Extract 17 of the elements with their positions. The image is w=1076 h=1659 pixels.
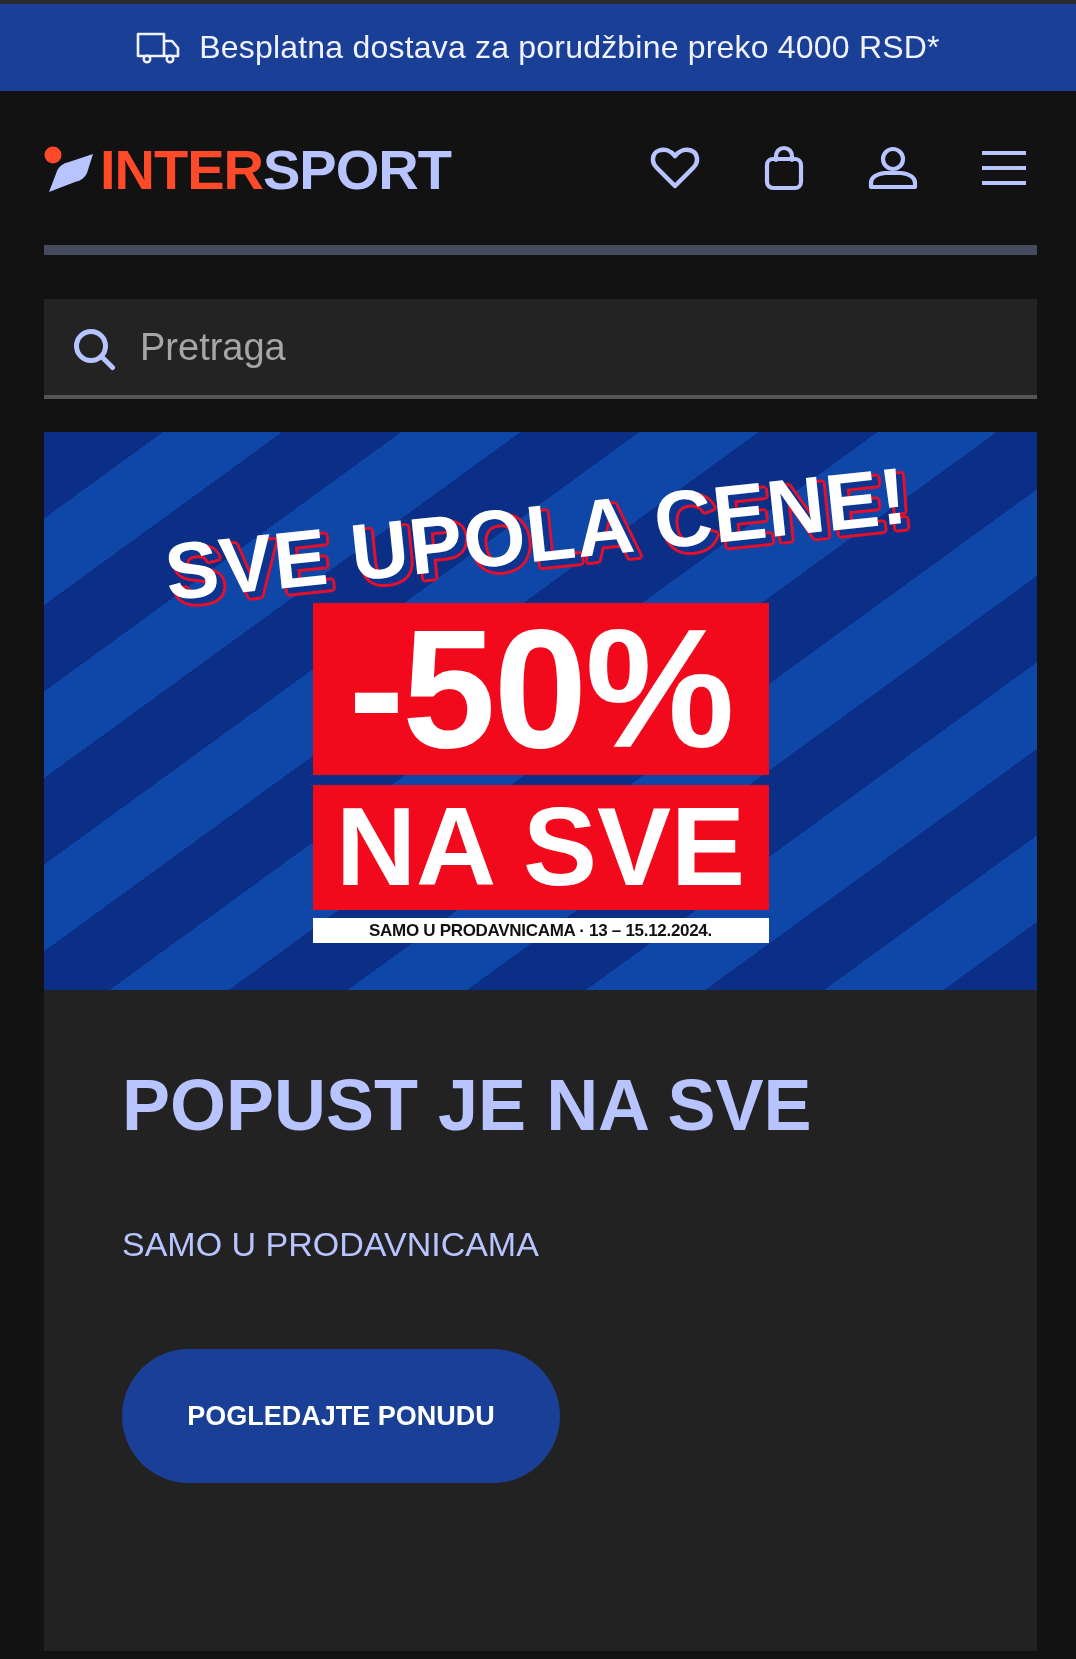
discount-label: -50%: [312, 603, 769, 775]
date-note: SAMO U PRODAVNICAMA · 13 – 15.12.2024.: [312, 918, 769, 943]
card-subtitle: SAMO U PRODAVNICAMA: [122, 1227, 539, 1261]
menu-icon[interactable]: [982, 149, 1026, 187]
logo-wordmark[interactable]: INTERSPORT: [100, 142, 451, 198]
truck-icon: [136, 31, 181, 64]
logo-icon[interactable]: [44, 146, 94, 194]
search-icon: [72, 327, 116, 371]
subline-label: NA SVE: [312, 785, 769, 910]
free-delivery-text: Besplatna dostava za porudžbine preko 4000 RSD*: [199, 29, 940, 66]
search-field[interactable]: Pretraga: [44, 299, 1037, 399]
offer-button[interactable]: POGLEDAJTE PONUDU: [122, 1349, 560, 1483]
user-icon[interactable]: [867, 146, 919, 190]
card-title: POPUST JE NA SVE: [122, 1069, 812, 1141]
heart-icon[interactable]: [649, 146, 701, 190]
promo-banner[interactable]: SVE UPOLA CENE! -50% NA SVE SAMO U PRODAVNICAMA · 13 – 15.12.2024.: [44, 432, 1037, 990]
shopping-bag-icon[interactable]: [764, 145, 804, 191]
